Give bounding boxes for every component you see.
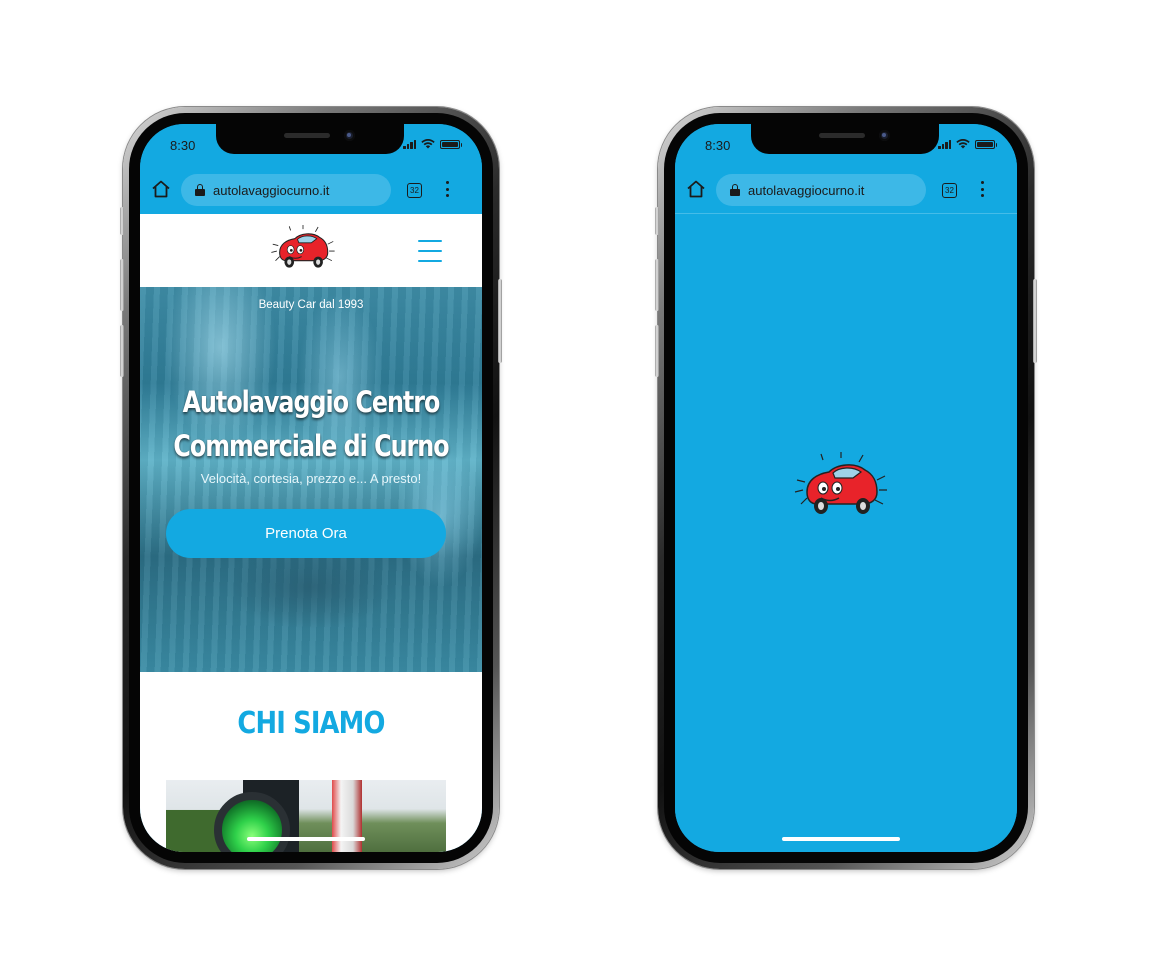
hero-subtitle: Velocità, cortesia, prezzo e... A presto… bbox=[200, 471, 422, 486]
notch bbox=[751, 124, 939, 154]
address-bar[interactable]: autolavaggiocurno.it bbox=[181, 174, 391, 206]
more-vert-icon[interactable] bbox=[978, 180, 986, 198]
tabs-icon[interactable]: 32 bbox=[942, 183, 957, 198]
car-logo-icon[interactable] bbox=[270, 224, 336, 274]
wifi-icon bbox=[421, 139, 435, 149]
book-now-button[interactable]: Prenota Ora bbox=[166, 509, 446, 558]
hero-section: Beauty Car dal 1993 Autolavaggio Centro … bbox=[140, 287, 482, 672]
front-camera bbox=[879, 130, 890, 141]
speaker-grille bbox=[284, 133, 330, 138]
phone-mockup-left: 8:30 autolavaggiocurno.it 32 Beauty Car … bbox=[120, 107, 502, 869]
browser-toolbar: autolavaggiocurno.it 32 bbox=[675, 164, 1017, 214]
battery-icon bbox=[975, 139, 997, 149]
phone-screen: 8:30 autolavaggiocurno.it bbox=[675, 124, 1017, 852]
wifi-icon bbox=[956, 139, 970, 149]
power-button bbox=[498, 279, 502, 363]
volume-down-button bbox=[120, 325, 124, 377]
status-icons bbox=[938, 139, 997, 149]
lock-icon bbox=[195, 184, 205, 196]
front-camera bbox=[344, 130, 355, 141]
status-time: 8:30 bbox=[705, 138, 731, 153]
loading-screen bbox=[675, 214, 1017, 852]
home-icon[interactable] bbox=[150, 178, 172, 200]
notch bbox=[216, 124, 404, 154]
volume-up-button bbox=[120, 259, 124, 311]
signal-icon bbox=[403, 139, 416, 149]
address-bar[interactable]: autolavaggiocurno.it bbox=[716, 174, 926, 206]
status-time: 8:30 bbox=[170, 138, 196, 153]
browser-toolbar: autolavaggiocurno.it 32 bbox=[140, 164, 482, 214]
speaker-grille bbox=[819, 133, 865, 138]
url-text: autolavaggiocurno.it bbox=[213, 182, 330, 198]
volume-up-button bbox=[655, 259, 659, 311]
battery-icon bbox=[440, 139, 462, 149]
hamburger-icon[interactable] bbox=[418, 240, 442, 262]
lock-icon bbox=[730, 184, 740, 196]
traffic-light-photo bbox=[166, 780, 446, 852]
power-button bbox=[1033, 279, 1037, 363]
phone-screen: 8:30 autolavaggiocurno.it bbox=[140, 124, 482, 852]
hero-title: Autolavaggio Centro Commerciale di Curno bbox=[173, 385, 449, 463]
hero-tagline: Beauty Car dal 1993 bbox=[258, 299, 364, 311]
phone-mockup-right: 8:30 autolavaggiocurno.it 32 bbox=[655, 107, 1037, 869]
home-icon[interactable] bbox=[685, 178, 707, 200]
status-icons bbox=[403, 139, 462, 149]
about-section: CHI SIAMO bbox=[140, 672, 482, 852]
mute-switch bbox=[655, 207, 659, 235]
mute-switch bbox=[120, 207, 124, 235]
tabs-icon[interactable]: 32 bbox=[407, 183, 422, 198]
car-logo-icon bbox=[794, 452, 887, 514]
home-indicator[interactable] bbox=[247, 837, 365, 841]
about-title: CHI SIAMO bbox=[237, 706, 385, 741]
volume-down-button bbox=[655, 325, 659, 377]
url-text: autolavaggiocurno.it bbox=[748, 182, 865, 198]
more-vert-icon[interactable] bbox=[443, 180, 451, 198]
signal-icon bbox=[938, 139, 951, 149]
home-indicator[interactable] bbox=[782, 837, 900, 841]
site-header bbox=[140, 214, 482, 287]
